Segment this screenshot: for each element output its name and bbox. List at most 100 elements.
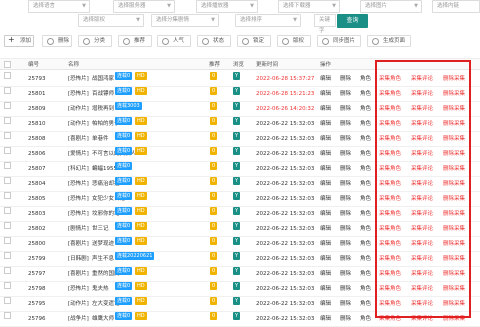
recommend-badge[interactable]: 0 [210,117,218,125]
row-checkbox[interactable] [4,207,11,214]
recommend-button[interactable]: 推荐 [118,35,152,47]
table-row[interactable]: 25798 [恐怖片] 鬼夫热 连载0 HD 0 Y 2022-06-22 15… [0,282,480,297]
collect-review-link[interactable]: 采集评论 [411,252,433,266]
table-row[interactable]: 25809 [动作片] 增税再到 连载3003 0 Y 2022-06-26 1… [0,102,480,117]
collect-role-link[interactable]: 采集角色 [379,72,401,86]
view-badge[interactable]: Y [233,207,241,215]
collect-role-link[interactable]: 采集角色 [379,132,401,146]
edit-link[interactable]: 编辑 [320,252,331,266]
collect-role-link[interactable]: 采集角色 [379,192,401,206]
collect-review-link[interactable]: 采集评论 [411,117,433,131]
search-button[interactable]: 查询 [337,14,368,28]
collect-review-link[interactable]: 采集评论 [411,147,433,161]
view-badge[interactable]: Y [233,162,241,170]
status-button[interactable]: 状态 [197,35,231,47]
delete-collect-link[interactable]: 删除采集 [443,102,465,116]
view-badge[interactable]: Y [233,267,241,275]
delete-link[interactable]: 删除 [340,312,351,326]
edit-link[interactable]: 编辑 [320,177,331,191]
collect-review-link[interactable]: 采集评论 [411,222,433,236]
view-badge[interactable]: Y [233,102,241,110]
collect-role-link[interactable]: 采集角色 [379,297,401,311]
collect-review-link[interactable]: 采集评论 [411,162,433,176]
delete-link[interactable]: 删除 [340,147,351,161]
delete-link[interactable]: 删除 [340,252,351,266]
delete-link[interactable]: 删除 [340,72,351,86]
recommend-badge[interactable]: 0 [210,252,218,260]
edit-link[interactable]: 编辑 [320,162,331,176]
view-badge[interactable]: Y [233,222,241,230]
delete-collect-link[interactable]: 删除采集 [443,297,465,311]
edit-link[interactable]: 编辑 [320,312,331,326]
row-checkbox[interactable] [4,297,11,304]
collect-review-link[interactable]: 采集评论 [411,192,433,206]
view-badge[interactable]: Y [233,117,241,125]
collect-role-link[interactable]: 采集角色 [379,207,401,221]
recommend-badge[interactable]: 0 [210,297,218,305]
collect-role-link[interactable]: 采集角色 [379,102,401,116]
row-checkbox[interactable] [4,192,11,199]
delete-link[interactable]: 删除 [340,192,351,206]
copyright-button[interactable]: 版权 [277,35,311,47]
table-row[interactable]: 25801 [恐怖片] 百战镖师 连载0 HD 0 Y 2022-06-28 1… [0,87,480,102]
role-link[interactable]: 角色 [360,207,371,221]
role-link[interactable]: 角色 [360,282,371,296]
delete-link[interactable]: 删除 [340,87,351,101]
role-link[interactable]: 角色 [360,267,371,281]
downloader-select[interactable]: 选择下载器 ▼ [278,0,340,13]
edit-link[interactable]: 编辑 [320,87,331,101]
view-badge[interactable]: Y [233,132,241,140]
role-link[interactable]: 角色 [360,237,371,251]
role-link[interactable]: 角色 [360,147,371,161]
episode-select[interactable]: 选择分集剧情 ▼ [151,14,219,27]
sort-select[interactable]: 选择排序 ▼ [235,14,301,27]
collect-review-link[interactable]: 采集评论 [411,177,433,191]
delete-link[interactable]: 删除 [340,207,351,221]
collect-role-link[interactable]: 采集角色 [379,162,401,176]
table-row[interactable]: 25805 [恐怖片] 女犯少女日记 连载0 HD 0 Y 2022-06-22… [0,192,480,207]
view-badge[interactable]: Y [233,177,241,185]
role-link[interactable]: 角色 [360,312,371,326]
row-checkbox[interactable] [4,87,11,94]
row-title[interactable]: 世三记 [92,222,109,236]
edit-link[interactable]: 编辑 [320,147,331,161]
recommend-badge[interactable]: 0 [210,132,218,140]
collect-review-link[interactable]: 采集评论 [411,72,433,86]
recommend-badge[interactable]: 0 [210,282,218,290]
collect-review-link[interactable]: 采集评论 [411,237,433,251]
server-select[interactable]: 选择服务器 ▼ [113,0,175,13]
player-select[interactable]: 选择播放器 ▼ [196,0,258,13]
row-title[interactable]: 蝙蝠1955 [92,162,117,176]
recommend-badge[interactable]: 0 [210,237,218,245]
collect-role-link[interactable]: 采集角色 [379,312,401,326]
delete-collect-link[interactable]: 删除采集 [443,117,465,131]
row-title[interactable]: 战国鸿家 [92,72,114,86]
popularity-button[interactable]: 人气 [157,35,191,47]
edit-link[interactable]: 编辑 [320,282,331,296]
role-link[interactable]: 角色 [360,87,371,101]
select-all-checkbox[interactable] [4,61,11,68]
row-title[interactable]: 雄鹰大师 [92,312,114,326]
delete-collect-link[interactable]: 删除采集 [443,207,465,221]
role-link[interactable]: 角色 [360,72,371,86]
role-link[interactable]: 角色 [360,252,371,266]
collect-role-link[interactable]: 采集角色 [379,237,401,251]
row-checkbox[interactable] [4,72,11,79]
table-row[interactable]: 25795 [动作片] 左大变遗记 连载0 HD 0 Y 2022-06-22 … [0,297,480,312]
role-link[interactable]: 角色 [360,222,371,236]
delete-link[interactable]: 删除 [340,267,351,281]
delete-collect-link[interactable]: 删除采集 [443,192,465,206]
recommend-badge[interactable]: 0 [210,222,218,230]
table-row[interactable]: 25808 [喜剧片] 单巷件 连载0 HD 0 Y 2022-06-22 15… [0,132,480,147]
delete-collect-link[interactable]: 删除采集 [443,87,465,101]
role-link[interactable]: 角色 [360,102,371,116]
edit-link[interactable]: 编辑 [320,207,331,221]
collect-review-link[interactable]: 采集评论 [411,297,433,311]
recommend-badge[interactable]: 0 [210,72,218,80]
row-title[interactable]: 单巷件 [92,132,109,146]
row-title[interactable]: 百战镖师 [92,87,114,101]
role-link[interactable]: 角色 [360,297,371,311]
copyright-select[interactable]: 选择版权 ▼ [78,14,144,27]
row-title[interactable]: 增税再到 [92,102,114,116]
delete-collect-link[interactable]: 删除采集 [443,312,465,326]
